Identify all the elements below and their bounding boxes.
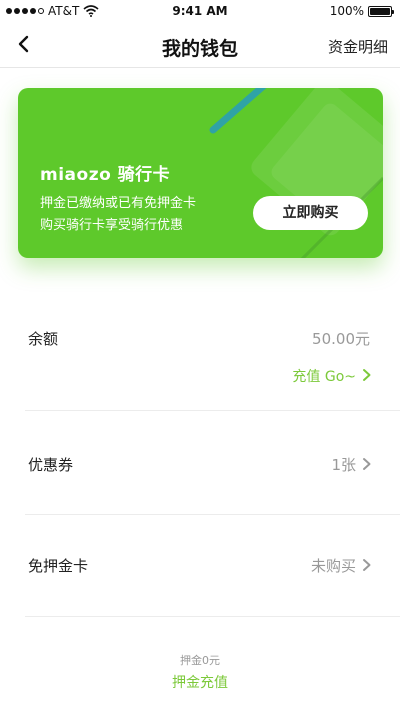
status-bar: AT&T 9:41 AM 100% [0, 0, 400, 22]
buy-now-button[interactable]: 立即购买 [253, 196, 368, 230]
coupons-value: 1张 [331, 456, 356, 474]
fund-details-link[interactable]: 资金明细 [328, 36, 388, 57]
deposit-free-card-row[interactable]: 免押金卡 未购买 [0, 514, 400, 616]
deposit-amount-text: 押金0元 [180, 654, 220, 667]
deposit-free-card-label: 免押金卡 [28, 557, 89, 575]
card-title: miaozo 骑行卡 [40, 165, 171, 185]
battery-percent: 100% [329, 4, 364, 18]
status-right: 100% [329, 4, 394, 18]
battery-icon [368, 5, 394, 17]
navigation-bar: 我的钱包 资金明细 [0, 22, 400, 68]
chevron-right-icon [363, 559, 371, 571]
coupons-label: 优惠券 [28, 456, 74, 474]
coupons-row[interactable]: 优惠券 1张 [0, 410, 400, 514]
deposit-free-card-value: 未购买 [310, 557, 356, 575]
deposit-recharge-link[interactable]: 押金充值 [0, 672, 400, 692]
recharge-chevron-icon[interactable] [360, 368, 374, 382]
divider [25, 616, 400, 617]
balance-label: 余额 [28, 330, 59, 348]
ride-card-banner: miaozo 骑行卡 押金已缴纳或已有免押金卡 购买骑行卡享受骑行优惠 立即购买 [18, 88, 383, 258]
card-description-line-2: 购买骑行卡享受骑行优惠 [40, 218, 184, 233]
recharge-link[interactable]: 充值 Go~ [292, 366, 356, 386]
chevron-right-icon [363, 458, 371, 470]
balance-value: 50.00元 [312, 330, 370, 348]
balance-row: 余额 50.00元 [0, 318, 400, 410]
card-description-line-1: 押金已缴纳或已有免押金卡 [40, 196, 197, 211]
